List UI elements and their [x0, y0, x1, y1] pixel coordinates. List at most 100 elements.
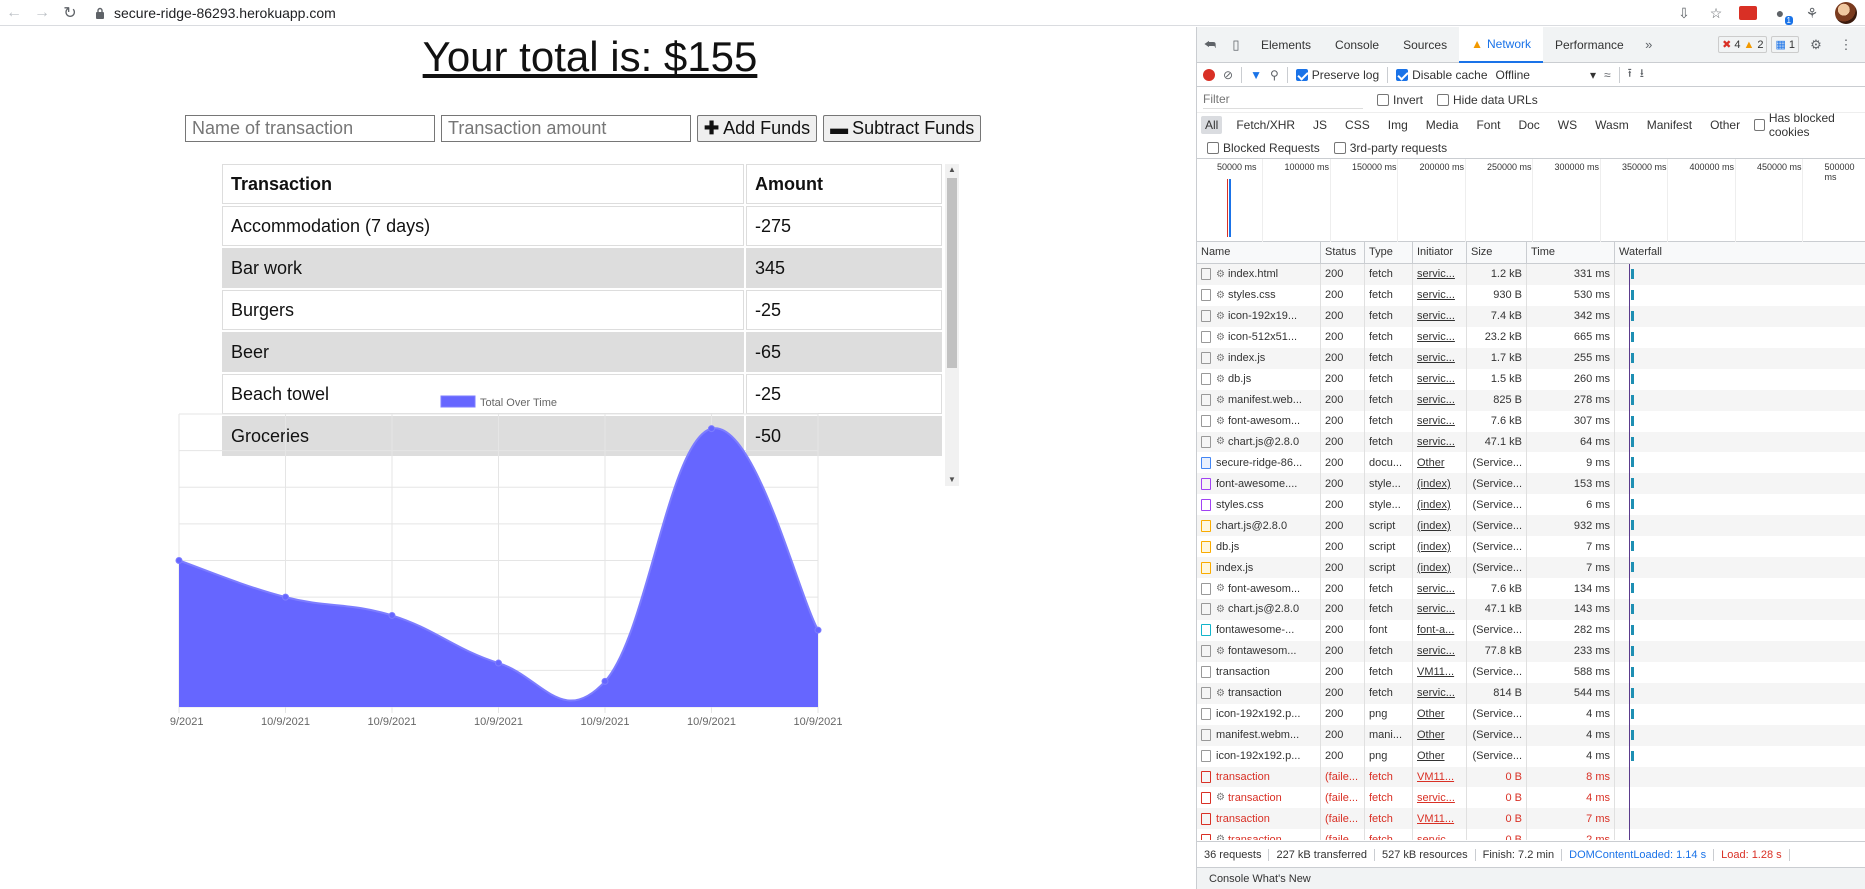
- table-row[interactable]: chart.js@2.8.0 200 script (index) (Service..…: [1197, 515, 1865, 537]
- table-row[interactable]: ⚙ fontawesom... 200 fetch servic... 77.8 kB 23…: [1197, 640, 1865, 662]
- table-row[interactable]: ⚙ chart.js@2.8.0 200 fetch servic... 47.1 kB 1…: [1197, 599, 1865, 620]
- table-row[interactable]: icon-192x192.p... 200 png Other (Service... 4…: [1197, 703, 1865, 725]
- table-row[interactable]: transaction 200 fetch VM11... (Service... 588…: [1197, 661, 1865, 683]
- request-initiator[interactable]: Other: [1413, 745, 1467, 767]
- request-initiator[interactable]: (index): [1413, 557, 1467, 579]
- request-initiator[interactable]: (index): [1413, 473, 1467, 495]
- request-initiator[interactable]: (index): [1413, 536, 1467, 558]
- table-row[interactable]: ⚙ transaction 200 fetch servic... 814 B 544 ms: [1197, 682, 1865, 704]
- kebab-menu-icon[interactable]: ⋮: [1833, 27, 1859, 63]
- forward-icon[interactable]: →: [28, 0, 56, 26]
- more-tabs-icon[interactable]: »: [1636, 27, 1662, 63]
- table-row[interactable]: font-awesome.... 200 style... (index) (Servi…: [1197, 473, 1865, 495]
- settings-gear-icon[interactable]: ⚙: [1803, 27, 1829, 63]
- column-header-status[interactable]: Status: [1321, 242, 1365, 264]
- third-party-checkbox[interactable]: 3rd-party requests: [1333, 141, 1447, 155]
- type-filter-doc[interactable]: Doc: [1514, 116, 1543, 134]
- table-row[interactable]: ⚙ icon-192x19... 200 fetch servic... 7.4 kB 34…: [1197, 305, 1865, 327]
- tab-console[interactable]: Console: [1323, 27, 1391, 63]
- table-row[interactable]: ⚙ manifest.web... 200 fetch servic... 825 B 27…: [1197, 389, 1865, 411]
- disable-cache-checkbox[interactable]: Disable cache: [1396, 68, 1488, 82]
- transaction-amount-input[interactable]: [441, 115, 691, 142]
- request-initiator[interactable]: servic...: [1413, 829, 1467, 840]
- request-initiator[interactable]: servic...: [1413, 578, 1467, 599]
- column-header-type[interactable]: Type: [1365, 242, 1413, 264]
- tab-network[interactable]: ▲ Network: [1459, 26, 1543, 63]
- request-initiator[interactable]: servic...: [1413, 682, 1467, 704]
- address-bar[interactable]: secure-ridge-86293.herokuapp.com: [114, 5, 336, 21]
- tab-elements[interactable]: Elements: [1249, 27, 1323, 63]
- table-row[interactable]: ⚙ index.html 200 fetch servic... 1.2 kB 331 ms: [1197, 264, 1865, 285]
- request-initiator[interactable]: servic...: [1413, 389, 1467, 411]
- table-row[interactable]: ⚙ font-awesom... 200 fetch servic... 7.6 kB 30…: [1197, 410, 1865, 432]
- table-row[interactable]: transaction (faile... fetch VM11... 0 B7 ms: [1197, 808, 1865, 830]
- table-row[interactable]: fontawesome-... 200 font font-a... (Service.…: [1197, 619, 1865, 641]
- table-row[interactable]: ⚙ transaction (faile... fetch servic... 0 B4 …: [1197, 787, 1865, 809]
- network-conditions-icon[interactable]: ≈: [1604, 68, 1611, 82]
- reload-icon[interactable]: ↻: [56, 0, 84, 26]
- add-funds-button[interactable]: ✚ Add Funds: [697, 115, 818, 142]
- table-row[interactable]: transaction (faile... fetch VM11... 0 B8 ms: [1197, 766, 1865, 788]
- type-filter-ws[interactable]: WS: [1554, 116, 1581, 134]
- request-initiator[interactable]: servic...: [1413, 264, 1467, 285]
- puzzle-icon[interactable]: ⚘: [1803, 4, 1821, 22]
- request-initiator[interactable]: VM11...: [1413, 808, 1467, 830]
- type-filter-css[interactable]: CSS: [1341, 116, 1374, 134]
- request-initiator[interactable]: (index): [1413, 515, 1467, 537]
- table-row[interactable]: manifest.webm... 200 mani... Other (Service.…: [1197, 724, 1865, 746]
- record-icon[interactable]: [1203, 68, 1215, 81]
- request-initiator[interactable]: servic...: [1413, 347, 1467, 369]
- table-row[interactable]: ⚙ icon-512x51... 200 fetch servic... 23.2 kB 6…: [1197, 326, 1865, 348]
- column-header-initiator[interactable]: Initiator: [1413, 242, 1467, 264]
- invert-checkbox[interactable]: Invert: [1377, 93, 1423, 107]
- column-header-size[interactable]: Size: [1467, 242, 1527, 264]
- table-row[interactable]: index.js 200 script (index) (Service... 7 ms: [1197, 557, 1865, 579]
- table-row[interactable]: db.js 200 script (index) (Service... 7 ms: [1197, 536, 1865, 558]
- request-initiator[interactable]: VM11...: [1413, 661, 1467, 683]
- upload-icon[interactable]: ⭱: [1628, 64, 1632, 85]
- type-filter-all[interactable]: All: [1201, 116, 1223, 134]
- filter-input[interactable]: [1203, 90, 1363, 109]
- request-initiator[interactable]: font-a...: [1413, 619, 1467, 641]
- preserve-log-checkbox[interactable]: Preserve log: [1295, 68, 1379, 82]
- table-row[interactable]: styles.css 200 style... (index) (Service... 6…: [1197, 494, 1865, 516]
- devtools-drawer[interactable]: Console What's New: [1197, 867, 1865, 889]
- request-initiator[interactable]: servic...: [1413, 305, 1467, 327]
- table-row[interactable]: ⚙ db.js 200 fetch servic... 1.5 kB 260 ms: [1197, 368, 1865, 390]
- request-initiator[interactable]: VM11...: [1413, 766, 1467, 788]
- error-warning-counter[interactable]: ✖ 4 ▲ 2: [1718, 36, 1768, 53]
- type-filter-font[interactable]: Font: [1472, 116, 1504, 134]
- column-header-waterfall[interactable]: Waterfall: [1615, 242, 1865, 264]
- inspect-icon[interactable]: ⮪: [1197, 27, 1223, 63]
- network-overview[interactable]: 50000 ms 100000 ms 150000 ms 200000 ms 25000…: [1197, 159, 1865, 242]
- download-icon[interactable]: ⭳: [1640, 64, 1644, 85]
- table-row[interactable]: ⚙ index.js 200 fetch servic... 1.7 kB 255 ms: [1197, 347, 1865, 369]
- request-initiator[interactable]: servic...: [1413, 431, 1467, 453]
- table-row[interactable]: ⚙ chart.js@2.8.0 200 fetch servic... 47.1 kB 6…: [1197, 431, 1865, 453]
- extension-red-icon[interactable]: [1739, 4, 1757, 22]
- type-filter-wasm[interactable]: Wasm: [1591, 116, 1633, 134]
- back-icon[interactable]: ←: [0, 0, 28, 26]
- tab-sources[interactable]: Sources: [1391, 27, 1459, 63]
- blocked-requests-checkbox[interactable]: Blocked Requests: [1207, 141, 1320, 155]
- request-initiator[interactable]: servic...: [1413, 410, 1467, 432]
- column-header-time[interactable]: Time: [1527, 242, 1615, 264]
- hide-data-urls-checkbox[interactable]: Hide data URLs: [1437, 93, 1538, 107]
- avatar[interactable]: [1835, 2, 1857, 24]
- request-initiator[interactable]: servic...: [1413, 284, 1467, 306]
- scrollbar-thumb[interactable]: [947, 178, 957, 368]
- type-filter-fetch[interactable]: Fetch/XHR: [1232, 116, 1299, 134]
- table-row[interactable]: icon-192x192.p... 200 png Other (Service... 4…: [1197, 745, 1865, 767]
- throttle-select[interactable]: Offline ▾: [1496, 68, 1597, 82]
- device-toggle-icon[interactable]: ▯: [1223, 27, 1249, 63]
- subtract-funds-button[interactable]: ▬ Subtract Funds: [823, 115, 982, 142]
- request-initiator[interactable]: servic...: [1413, 368, 1467, 390]
- request-list[interactable]: ⚙ index.html 200 fetch servic... 1.2 kB 331 ms…: [1197, 264, 1865, 840]
- type-filter-img[interactable]: Img: [1384, 116, 1412, 134]
- type-filter-js[interactable]: JS: [1309, 116, 1331, 134]
- request-initiator[interactable]: Other: [1413, 724, 1467, 746]
- table-row[interactable]: ⚙ font-awesom... 200 fetch servic... 7.6 kB 13…: [1197, 578, 1865, 599]
- install-icon[interactable]: ⇩: [1675, 4, 1693, 22]
- request-initiator[interactable]: servic...: [1413, 599, 1467, 620]
- request-initiator[interactable]: Other: [1413, 452, 1467, 474]
